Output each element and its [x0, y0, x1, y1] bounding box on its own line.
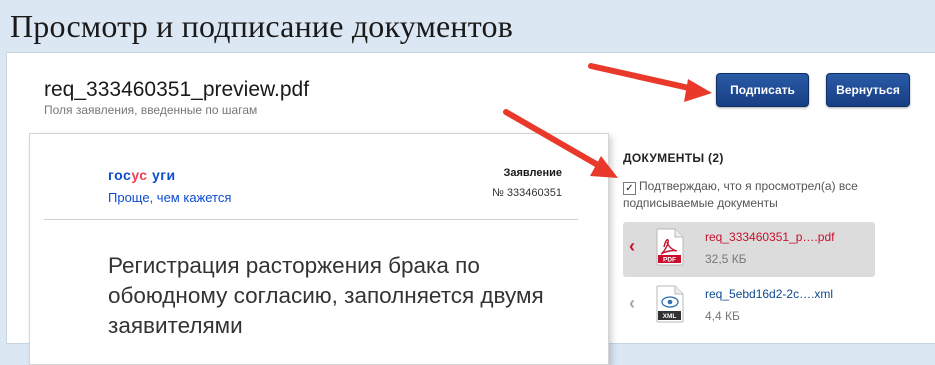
pdf-file-icon: PDF	[656, 228, 684, 266]
file-item-xml[interactable]: ‹ XML req_5ebd16d2-2c….xml 4,4 КБ	[623, 279, 875, 334]
confirm-checkbox[interactable]: ✓	[623, 182, 636, 195]
application-number: № 333460351	[492, 187, 562, 199]
confirm-label: Подтверждаю, что я просмотрел(а) все под…	[623, 179, 858, 210]
documents-title: ДОКУМЕНТЫ (2)	[623, 151, 724, 165]
document-filename: req_333460351_preview.pdf	[44, 78, 310, 101]
logo-part-3: уги	[151, 167, 176, 183]
main-panel: req_333460351_preview.pdf Поля заявления…	[6, 52, 935, 365]
logo-part-2: ус	[131, 167, 148, 183]
file-name[interactable]: req_5ebd16d2-2c….xml	[705, 287, 833, 301]
application-label: Заявление	[503, 167, 562, 179]
sign-button[interactable]: Подписать	[716, 73, 809, 107]
file-size: 4,4 КБ	[705, 309, 740, 323]
file-size: 32,5 КБ	[705, 252, 747, 266]
gosuslugi-logo: госус уги	[108, 167, 176, 183]
chevron-left-icon: ‹	[629, 236, 635, 256]
document-subtitle: Поля заявления, введенные по шагам	[44, 103, 258, 117]
page-title: Просмотр и подписание документов	[10, 8, 514, 44]
document-preview[interactable]: госус уги Проще, чем кажется Заявление №…	[29, 133, 609, 365]
logo-part-1: гос	[108, 167, 132, 183]
file-name[interactable]: req_333460351_p….pdf	[705, 230, 834, 244]
file-item-pdf[interactable]: ‹ PDF req_333460351_p….pdf 32,5 КБ	[623, 222, 875, 277]
back-button[interactable]: Вернуться	[826, 73, 910, 107]
slogan: Проще, чем кажется	[108, 190, 232, 205]
application-heading: Регистрация расторжения брака по обоюдно…	[108, 253, 544, 338]
chevron-left-icon: ‹	[629, 293, 635, 313]
xml-file-icon: XML	[656, 285, 684, 323]
xml-icon-label: XML	[663, 313, 677, 320]
confirm-checkbox-row[interactable]: ✓ Подтверждаю, что я просмотрел(а) все по…	[623, 178, 883, 211]
preview-divider	[44, 219, 578, 220]
pdf-icon-label: PDF	[663, 257, 676, 264]
